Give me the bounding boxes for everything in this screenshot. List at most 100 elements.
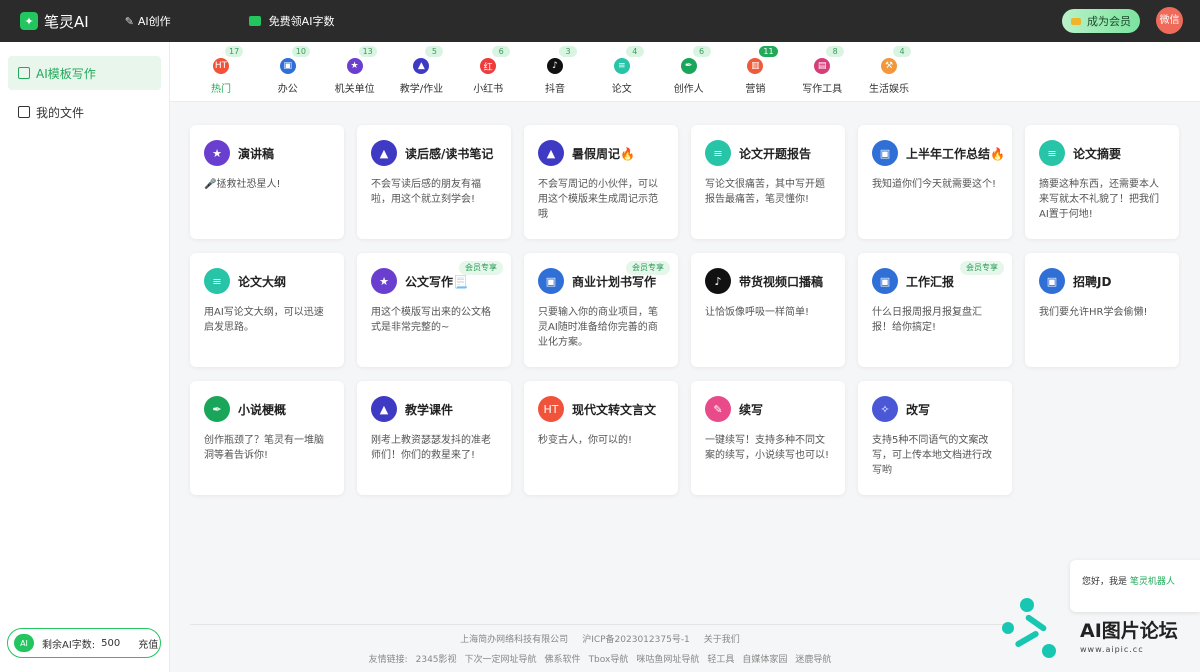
category-tabs: 17 HT 热门 10 ▣ 办公 13 ★ 机关单位 5 ▲ 教学/作业 6 红小红书 3 ♪ 抖音 4 ≡ 论文 6 ✒… bbox=[170, 42, 1200, 102]
sidebar: AI模板写作 我的文件 AI 剩余AI字数: 500 充值 bbox=[0, 42, 170, 672]
template-card[interactable]: ≡ 论文大纲 用AI写论文大纲，可以迅速启发思路。 bbox=[190, 253, 344, 367]
company-name: 上海简办网络科技有限公司 bbox=[460, 635, 569, 645]
tab-3[interactable]: 5 ▲ 教学/作业 bbox=[391, 42, 451, 102]
template-card[interactable]: ▣ 工作汇报 什么日报周报月报复盘汇报！给你搞定! 会员专享 bbox=[858, 253, 1012, 367]
graduation-cap-icon: ▲ bbox=[371, 396, 397, 422]
card-description: 我们要允许HR学会偷懒! bbox=[1039, 307, 1148, 318]
briefcase-icon: ▣ bbox=[538, 268, 564, 294]
card-title: 小说梗概 bbox=[238, 403, 287, 417]
sidebar-item-my-files[interactable]: 我的文件 bbox=[8, 95, 161, 129]
template-card[interactable]: ★ 公文写作📃 用这个模版写出来的公文格式是非常完整的~ 会员专享 bbox=[357, 253, 511, 367]
logo[interactable]: ✦ 笔灵AI bbox=[20, 11, 89, 32]
feather-icon: ✎ bbox=[124, 14, 134, 28]
card-description: 刚考上教资瑟瑟发抖的准老师们！你们的救星来了! bbox=[371, 435, 491, 461]
friend-link[interactable]: 咪咕鱼网址导航 bbox=[636, 652, 699, 665]
card-title: 商业计划书写作 bbox=[572, 275, 657, 289]
card-description: 用这个模版写出来的公文格式是非常完整的~ bbox=[371, 307, 491, 333]
template-card[interactable]: ≡ 论文开题报告 写论文很痛苦，其中写开题报告最痛苦，笔灵懂你! bbox=[691, 125, 845, 239]
card-description: 不会写周记的小伙伴，可以用这个模版来生成周记示范哦 bbox=[538, 179, 658, 220]
card-description: 写论文很痛苦，其中写开题报告最痛苦，笔灵懂你! bbox=[705, 179, 825, 205]
card-title: 带货视频口播稿 bbox=[739, 275, 824, 289]
template-card[interactable]: ≡ 论文摘要 摘要这种东西，还需要本人来写就太不礼貌了！把我们AI置于何地! bbox=[1025, 125, 1179, 239]
pen-nib-icon: ✒ bbox=[680, 58, 697, 74]
tab-8[interactable]: 11 ▥ 营销 bbox=[725, 42, 785, 102]
tab-label: 论文 bbox=[611, 84, 632, 95]
tab-count-badge: 11 bbox=[759, 46, 778, 57]
vip-label: 成为会员 bbox=[1087, 15, 1131, 28]
card-title: 教学课件 bbox=[405, 403, 454, 417]
tab-5[interactable]: 3 ♪ 抖音 bbox=[525, 42, 585, 102]
friend-link[interactable]: 自媒体家园 bbox=[742, 652, 787, 665]
template-card[interactable]: ▲ 暑假周记🔥 不会写周记的小伙伴，可以用这个模版来生成周记示范哦 bbox=[524, 125, 678, 239]
tab-count-badge: 5 bbox=[425, 46, 444, 57]
tab-9[interactable]: 8 ▤ 写作工具 bbox=[792, 42, 852, 102]
template-card[interactable]: ▣ 招聘JD 我们要允许HR学会偷懒! bbox=[1025, 253, 1179, 367]
template-card[interactable]: ✧ 改写 支持5种不同语气的文案改写，可上传本地文档进行改写哟 bbox=[858, 381, 1012, 495]
document-icon: ≡ bbox=[1039, 140, 1065, 166]
card-title: 招聘JD bbox=[1073, 275, 1112, 289]
recharge-button[interactable]: 充值 bbox=[138, 636, 158, 651]
become-vip-button[interactable]: 成为会员 bbox=[1062, 9, 1140, 33]
graduation-cap-icon: ▲ bbox=[413, 58, 430, 74]
xiaohongshu-icon: 红 bbox=[480, 58, 497, 74]
watermark-text: AI图片论坛 bbox=[1080, 620, 1178, 642]
about-link[interactable]: 关于我们 bbox=[704, 632, 740, 645]
tab-0[interactable]: 17 HT 热门 bbox=[191, 42, 251, 102]
template-card[interactable]: ▣ 上半年工作总结🔥 我知道你们今天就需要这个! bbox=[858, 125, 1012, 239]
ai-badge-icon: AI bbox=[14, 634, 34, 652]
file-icon bbox=[18, 106, 30, 118]
nav-free-words[interactable]: 免费领AI字数 bbox=[248, 13, 334, 29]
tab-4[interactable]: 6 红小红书 bbox=[458, 42, 518, 102]
tab-count-badge: 6 bbox=[492, 46, 511, 57]
star-badge-icon: ★ bbox=[371, 268, 397, 294]
tab-7[interactable]: 6 ✒ 创作人 bbox=[659, 42, 719, 102]
card-description: 创作瓶颈了？笔灵有一堆脑洞等着告诉你! bbox=[204, 435, 324, 461]
template-card[interactable]: ★ 演讲稿 🎤拯救社恐星人! bbox=[190, 125, 344, 239]
tab-1[interactable]: 10 ▣ 办公 bbox=[258, 42, 318, 102]
tiktok-icon: ♪ bbox=[547, 58, 563, 74]
template-card[interactable]: ▲ 教学课件刚考上教资瑟瑟发抖的准老师们！你们的救星来了! bbox=[357, 381, 511, 495]
bookmark-icon: ▤ bbox=[814, 58, 831, 74]
template-card[interactable]: ♪ 带货视频口播稿 让恰饭像呼吸一样简单! bbox=[691, 253, 845, 367]
chat-greeting: 您好，我是 bbox=[1082, 577, 1128, 587]
vip-only-badge: 会员专享 bbox=[626, 261, 670, 275]
chart-icon: ▥ bbox=[747, 58, 764, 74]
friend-link[interactable]: Tbox导航 bbox=[589, 652, 629, 665]
remain-value: 500 bbox=[101, 637, 121, 649]
tab-label: 生活娱乐 bbox=[869, 84, 909, 95]
tab-count-badge: 8 bbox=[826, 46, 845, 57]
graduation-cap-icon: ▲ bbox=[371, 140, 397, 166]
tab-10[interactable]: 4 ⚒ 生活娱乐 bbox=[859, 42, 919, 102]
template-card[interactable]: HT 现代文转文言文 秒变古人，你可以的! bbox=[524, 381, 678, 495]
tab-label: 办公 bbox=[277, 84, 298, 95]
vip-only-badge: 会员专享 bbox=[459, 261, 503, 275]
icp-number[interactable]: 沪ICP备2023012375号-1 bbox=[582, 632, 690, 645]
friend-link[interactable]: 迷鹿导航 bbox=[795, 652, 831, 665]
friend-link[interactable]: 轻工具 bbox=[707, 652, 734, 665]
template-card[interactable]: ✒ 小说梗概创作瓶颈了？笔灵有一堆脑洞等着告诉你! bbox=[190, 381, 344, 495]
card-title: 论文大纲 bbox=[238, 275, 287, 289]
tab-6[interactable]: 4 ≡ 论文 bbox=[592, 42, 652, 102]
friend-link[interactable]: 2345影视 bbox=[416, 652, 457, 665]
links-label: 友情链接: bbox=[368, 655, 408, 665]
template-card[interactable]: ▣ 商业计划书写作 只要输入你的商业项目，笔灵AI随时准备给你完善的商业化方案。 会员… bbox=[524, 253, 678, 367]
tab-count-badge: 6 bbox=[692, 46, 711, 57]
tab-count-badge: 4 bbox=[893, 46, 911, 57]
card-description: 我知道你们今天就需要这个! bbox=[872, 179, 997, 190]
friend-link[interactable]: 下次一定网址导航 bbox=[465, 652, 537, 665]
pen-nib-icon: ✒ bbox=[204, 396, 230, 422]
tab-label: 抖音 bbox=[545, 84, 565, 95]
template-card[interactable]: ✎ 续写 一键续写！支持多种不同文案的续写，小说续写也可以! bbox=[691, 381, 845, 495]
template-card[interactable]: ▲ 读后感/读书笔记 不会写读后感的朋友有福啦，用这个就立刻学会! bbox=[357, 125, 511, 239]
tiktok-icon: ♪ bbox=[705, 268, 731, 294]
card-description: 摘要这种东西，还需要本人来写就太不礼貌了！把我们AI置于何地! bbox=[1039, 179, 1159, 220]
sidebar-item-ai-template[interactable]: AI模板写作 bbox=[8, 56, 161, 90]
friend-link[interactable]: 佛系软件 bbox=[545, 652, 581, 665]
nav-ai-create[interactable]: ✎ AI创作 bbox=[125, 13, 171, 29]
document-icon: ≡ bbox=[613, 58, 630, 74]
tab-2[interactable]: 13 ★ 机关单位 bbox=[325, 42, 385, 102]
tab-label: 营销 bbox=[745, 84, 766, 95]
avatar[interactable]: 微信 bbox=[1156, 7, 1183, 34]
card-title: 公文写作📃 bbox=[405, 275, 468, 289]
fire-icon: HT bbox=[213, 58, 229, 74]
